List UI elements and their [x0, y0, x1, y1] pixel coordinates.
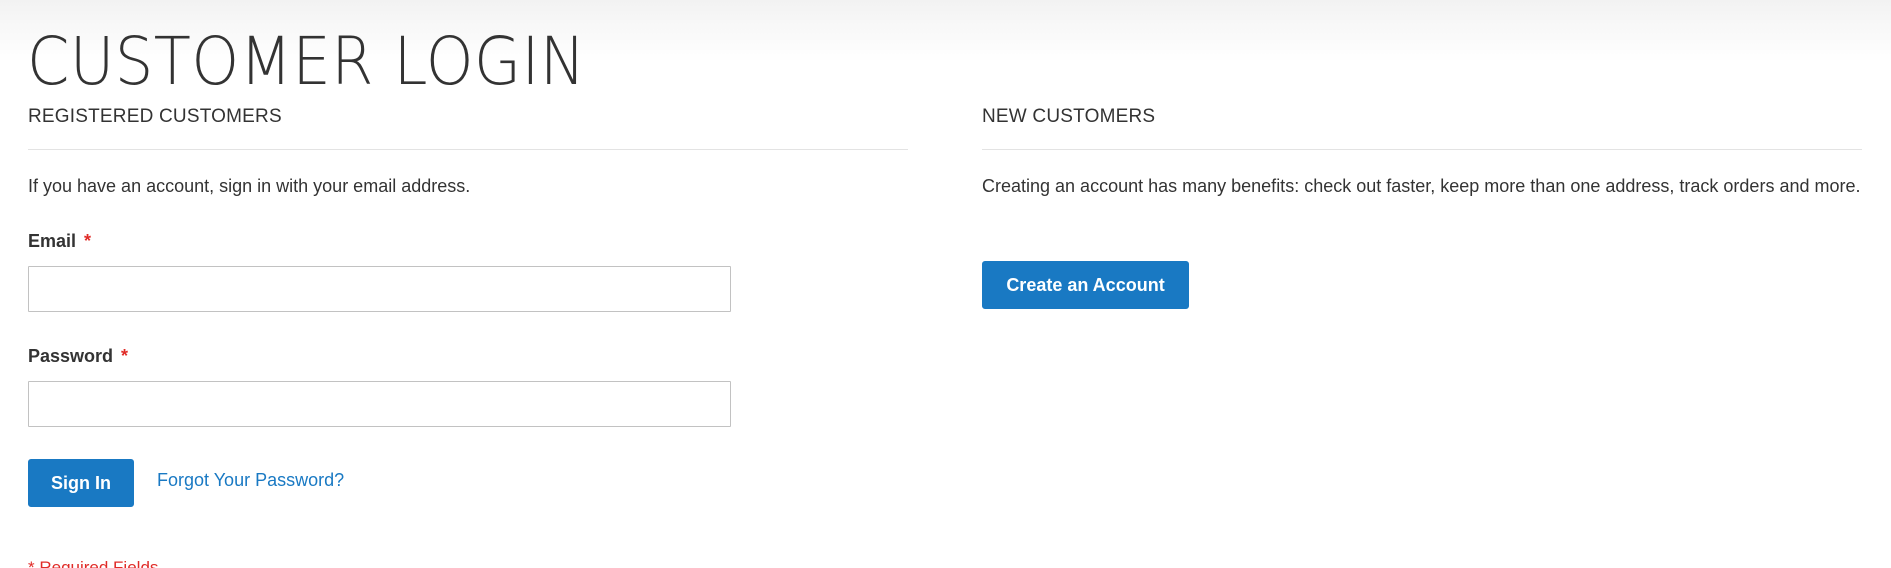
registered-customers-heading: REGISTERED CUSTOMERS — [28, 106, 282, 127]
email-label-text: Email — [28, 231, 77, 251]
new-customers-heading: NEW CUSTOMERS — [982, 106, 1156, 127]
password-input[interactable] — [28, 381, 731, 427]
forgot-password-link[interactable]: Forgot Your Password? — [157, 468, 344, 492]
new-customers-divider — [982, 149, 1862, 150]
login-page: CUSTOMER LOGIN REGISTERED CUSTOMERS If y… — [0, 0, 1891, 568]
email-input[interactable] — [28, 266, 731, 312]
create-account-button[interactable]: Create an Account — [982, 261, 1189, 309]
password-label: Password * — [28, 344, 128, 368]
sign-in-button[interactable]: Sign In — [28, 459, 134, 507]
email-label: Email * — [28, 229, 91, 253]
password-label-text: Password — [28, 346, 114, 366]
registered-intro: If you have an account, sign in with you… — [28, 176, 471, 196]
new-customers-intro: Creating an account has many benefits: c… — [982, 176, 1861, 196]
email-required-mark: * — [84, 231, 92, 251]
registered-divider — [28, 149, 908, 150]
password-required-mark: * — [121, 346, 129, 366]
required-fields-note: * Required Fields — [28, 558, 159, 568]
page-title: CUSTOMER LOGIN — [27, 23, 586, 100]
